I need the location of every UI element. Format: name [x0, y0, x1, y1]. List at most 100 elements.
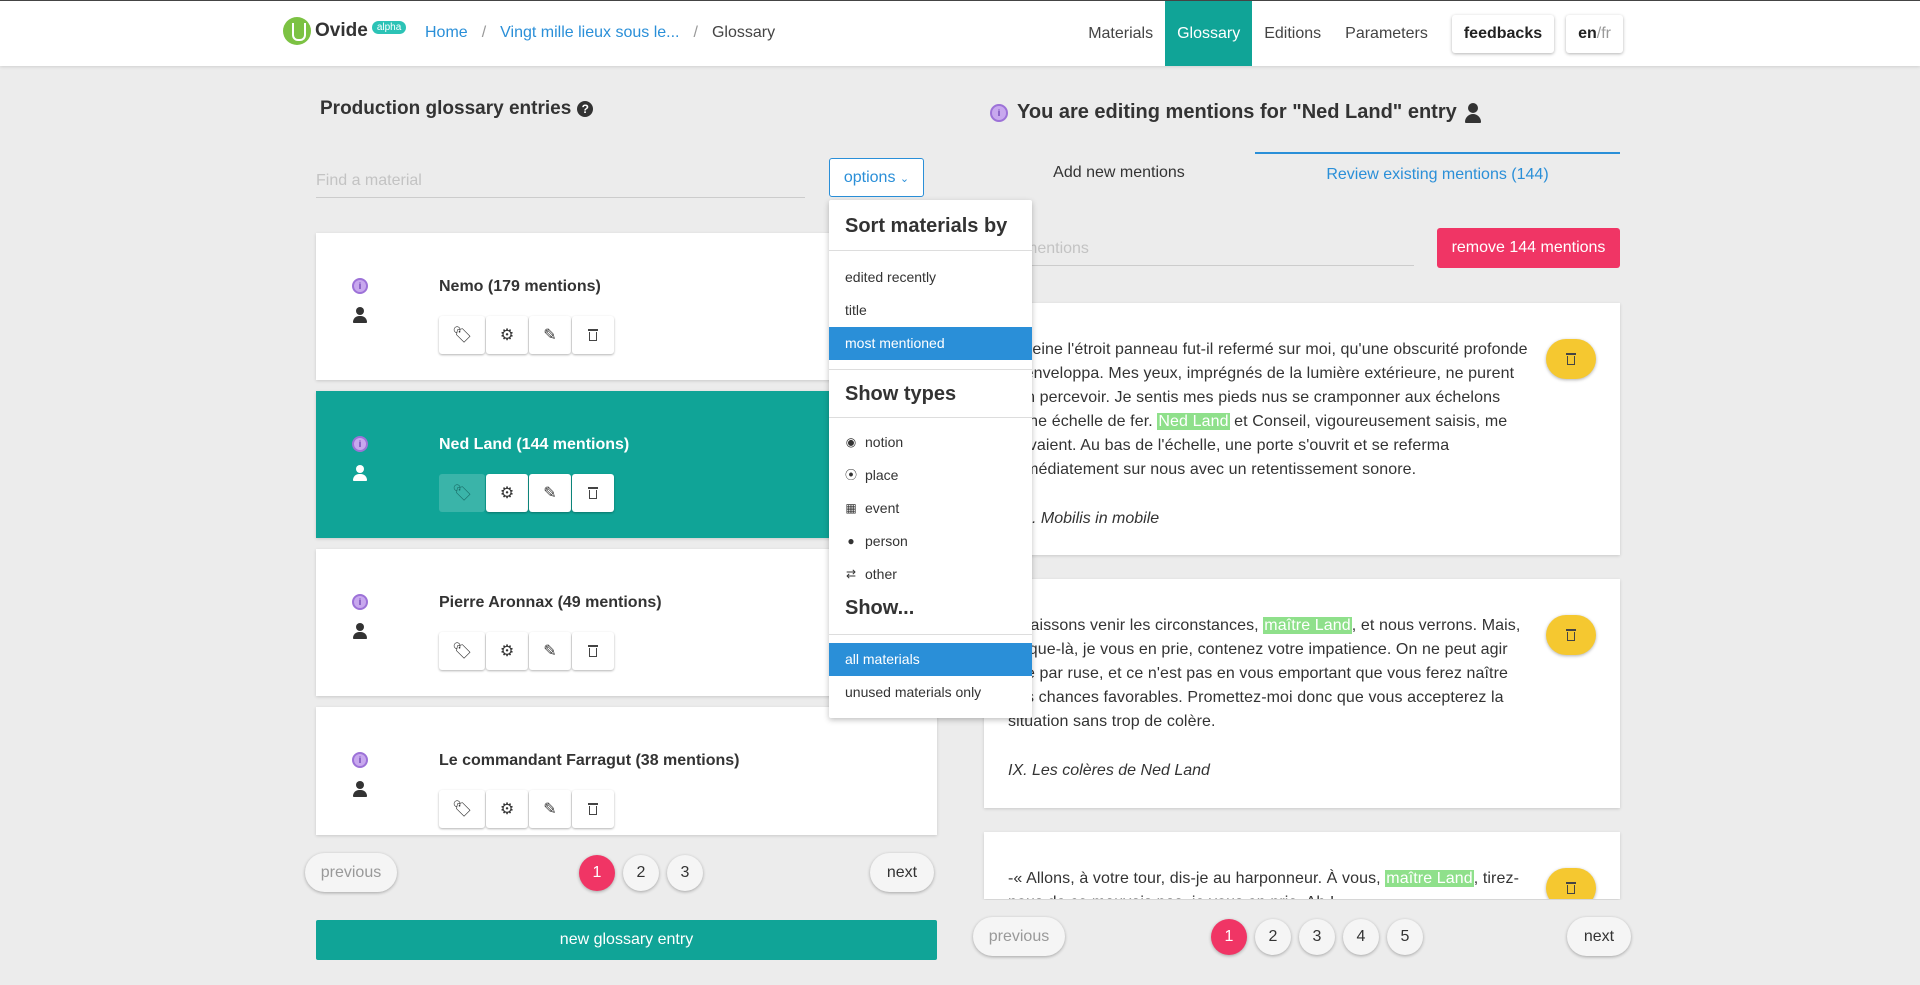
right-title-text: You are editing mentions for "Ned Land" …	[1017, 101, 1457, 123]
tag-mentions-button[interactable]: 🏷︎	[439, 474, 485, 512]
trash-icon	[1566, 882, 1576, 894]
type-place[interactable]: ⦿ place	[829, 459, 1032, 492]
nav-materials[interactable]: Materials	[1076, 1, 1165, 66]
lang-fr[interactable]: /fr	[1597, 25, 1611, 42]
sort-heading: Sort materials by	[845, 215, 1008, 237]
help-icon[interactable]: ?	[577, 101, 594, 117]
show-heading: Show...	[845, 597, 915, 619]
type-other[interactable]: ⇄ other	[829, 558, 1032, 591]
delete-button[interactable]	[572, 632, 614, 670]
entry-tools: 🏷︎ ⚙ ✎	[439, 790, 615, 828]
delete-mention-button[interactable]	[1546, 339, 1596, 379]
show-all-materials[interactable]: all materials	[829, 643, 1032, 676]
lightbulb-icon: ◉	[845, 435, 857, 449]
shuffle-icon: ⇄	[845, 567, 857, 581]
app-logo[interactable]: Ovide alpha	[283, 17, 407, 45]
entries-page-2[interactable]: 2	[623, 855, 659, 891]
type-person[interactable]: ● person	[829, 525, 1032, 558]
mention-highlight: maître Land	[1385, 870, 1474, 887]
language-toggle[interactable]: en/fr	[1566, 14, 1623, 53]
entry-name: Nemo (179 mentions)	[439, 278, 601, 295]
mention-text: -« Allons, à votre tour, dis-je au harpo…	[1008, 867, 1528, 899]
mention-text: – Laissons venir les circonstances, maît…	[1008, 614, 1528, 734]
gear-icon: ⚙	[499, 485, 515, 502]
entries-previous-button[interactable]: previous	[305, 853, 397, 892]
delete-button[interactable]	[572, 474, 614, 512]
lang-en[interactable]: en	[1578, 25, 1597, 42]
tag-mentions-button[interactable]: 🏷︎	[439, 790, 485, 828]
delete-mention-button[interactable]	[1546, 615, 1596, 655]
pencil-icon: ✎	[543, 643, 557, 660]
tag-mentions-button[interactable]: 🏷︎	[439, 632, 485, 670]
edit-button[interactable]: ✎	[529, 632, 571, 670]
tag-mentions-button[interactable]: 🏷︎	[439, 316, 485, 354]
remove-mentions-button[interactable]: remove 144 mentions	[1437, 228, 1620, 268]
type-notion[interactable]: ◉ notion	[829, 426, 1032, 459]
edit-button[interactable]: ✎	[529, 474, 571, 512]
nav-glossary[interactable]: Glossary	[1165, 1, 1253, 66]
calendar-icon: ▦	[845, 501, 857, 515]
trash-icon	[588, 329, 598, 341]
compass-icon: ⦿	[845, 468, 858, 482]
tab-review-existing-mentions[interactable]: Review existing mentions (144)	[1255, 152, 1620, 194]
mentions-page-2[interactable]: 2	[1255, 919, 1291, 955]
nav-parameters[interactable]: Parameters	[1333, 1, 1440, 66]
person-icon	[353, 781, 367, 797]
show-unused-materials[interactable]: unused materials only	[829, 676, 1032, 709]
entries-next-button[interactable]: next	[870, 853, 934, 892]
breadcrumb-production[interactable]: Vingt mille lieux sous le...	[500, 24, 679, 42]
nav-editions[interactable]: Editions	[1252, 1, 1333, 66]
info-icon[interactable]: i	[352, 752, 368, 768]
pencil-icon: ✎	[543, 801, 557, 818]
tags-icon: 🏷︎	[451, 801, 473, 818]
sort-option-edited-recently[interactable]: edited recently	[829, 261, 1032, 294]
person-icon	[353, 623, 367, 639]
delete-button[interactable]	[572, 790, 614, 828]
mentions-page-4[interactable]: 4	[1343, 919, 1379, 955]
delete-button[interactable]	[572, 316, 614, 354]
sort-option-most-mentioned[interactable]: most mentioned	[829, 327, 1032, 360]
entry-name: Le commandant Farragut (38 mentions)	[439, 752, 740, 769]
person-icon: ●	[847, 534, 855, 548]
settings-button[interactable]: ⚙	[486, 632, 528, 670]
settings-button[interactable]: ⚙	[486, 474, 528, 512]
mention-text-before: -« Allons, à votre tour, dis-je au harpo…	[1008, 870, 1386, 887]
mentions-next-button[interactable]: next	[1567, 917, 1631, 956]
info-icon[interactable]: i	[990, 103, 1008, 122]
pencil-icon: ✎	[543, 485, 557, 502]
breadcrumb-home[interactable]: Home	[425, 24, 468, 42]
type-event[interactable]: ▦ event	[829, 492, 1032, 525]
material-search-input[interactable]	[316, 164, 805, 198]
edit-button[interactable]: ✎	[529, 316, 571, 354]
tags-icon: 🏷︎	[451, 643, 473, 660]
glossary-entry-card[interactable]: i Le commandant Farragut (38 mentions) 🏷…	[316, 707, 937, 835]
sort-option-title[interactable]: title	[829, 294, 1032, 327]
settings-button[interactable]: ⚙	[486, 790, 528, 828]
trash-icon	[588, 803, 598, 815]
options-dropdown-button[interactable]: options ⌄	[829, 158, 924, 197]
entries-page-1[interactable]: 1	[579, 855, 615, 891]
types-heading: Show types	[845, 383, 957, 405]
info-icon[interactable]: i	[352, 278, 368, 294]
feedbacks-button[interactable]: feedbacks	[1451, 14, 1555, 53]
top-navbar: Ovide alpha Home / Vingt mille lieux sou…	[0, 0, 1920, 66]
mentions-filter-input[interactable]	[984, 232, 1414, 266]
mentions-page-5[interactable]: 5	[1387, 919, 1423, 955]
entries-page-3[interactable]: 3	[667, 855, 703, 891]
new-glossary-entry-button[interactable]: new glossary entry	[316, 920, 937, 960]
edit-button[interactable]: ✎	[529, 790, 571, 828]
type-other-label: other	[865, 566, 897, 582]
options-dropdown-menu: Sort materials by edited recently title …	[829, 200, 1032, 718]
mention-text: À peine l'étroit panneau fut-il refermé …	[1008, 338, 1528, 482]
info-icon[interactable]: i	[352, 594, 368, 610]
mentions-page-3[interactable]: 3	[1299, 919, 1335, 955]
mentions-previous-button[interactable]: previous	[973, 917, 1065, 956]
person-icon	[353, 465, 367, 481]
tab-add-new-mentions[interactable]: Add new mentions	[984, 152, 1254, 194]
breadcrumb-separator: /	[481, 24, 487, 41]
delete-mention-button[interactable]	[1546, 868, 1596, 899]
mentions-page-1[interactable]: 1	[1211, 919, 1247, 955]
right-panel-title: i You are editing mentions for "Ned Land…	[990, 101, 1481, 124]
settings-button[interactable]: ⚙	[486, 316, 528, 354]
info-icon[interactable]: i	[352, 436, 368, 452]
